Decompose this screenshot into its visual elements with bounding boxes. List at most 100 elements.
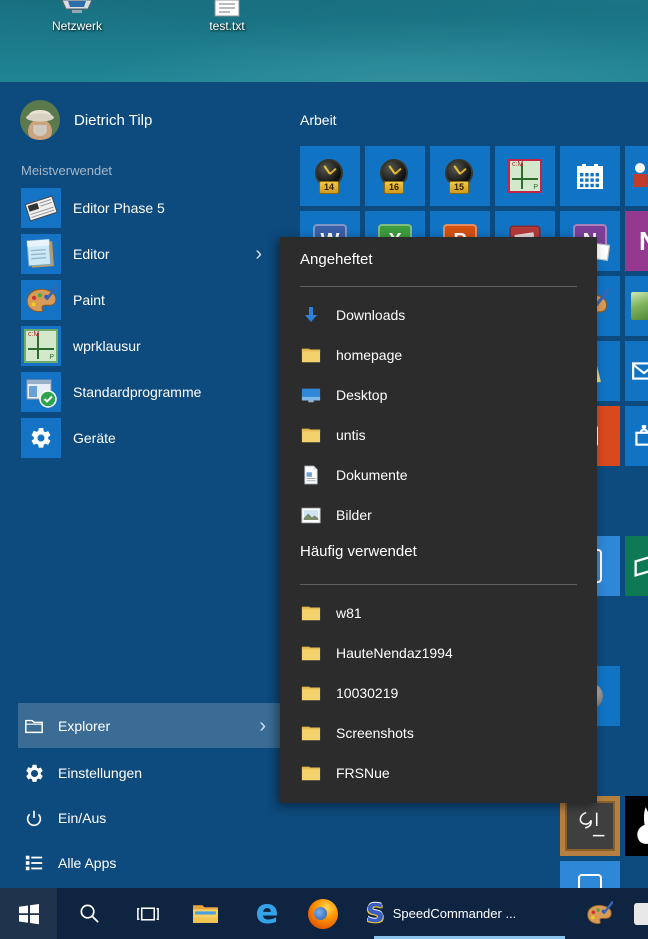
flyout-section-header: Angeheftet <box>280 237 597 273</box>
nav-label: Alle Apps <box>58 855 116 871</box>
avatar <box>20 100 60 140</box>
most-used-item-wprklausur[interactable]: c:MPwprklausur <box>16 326 276 366</box>
flyout-item-label: HauteNendaz1994 <box>336 645 453 661</box>
document-icon <box>300 464 322 486</box>
most-used-item-paint[interactable]: Paint <box>16 280 276 320</box>
paint-icon <box>21 280 61 320</box>
nav-label: Explorer <box>58 718 110 734</box>
speedcommander-icon: S <box>366 899 385 929</box>
taskbar-firefox-button[interactable] <box>296 888 350 939</box>
taskbar-paint-button[interactable] <box>572 888 626 939</box>
flyout-item-hautenendaz1994[interactable]: HauteNendaz1994 <box>280 633 597 673</box>
app-tile-cut[interactable] <box>625 146 648 206</box>
tile-group-label: Arbeit <box>300 112 337 128</box>
flyout-item-frsnue[interactable]: FRSNue <box>280 753 597 793</box>
search-icon <box>78 902 101 925</box>
taskbar-start-button[interactable] <box>0 888 57 939</box>
task-view-icon <box>135 903 160 925</box>
most-used-label: Standardprogramme <box>73 384 201 400</box>
calendar-tile[interactable] <box>560 146 620 206</box>
taskbar-task-view-button[interactable] <box>120 888 174 939</box>
all-apps-icon <box>22 851 46 875</box>
most-used-item-editor[interactable]: Editor › <box>16 234 276 274</box>
editor-icon <box>21 234 61 274</box>
desktop-icon-label: test.txt <box>209 19 244 33</box>
firefox-icon <box>308 899 338 929</box>
flyout-item-w81[interactable]: w81 <box>280 593 597 633</box>
most-used-label: Paint <box>73 292 105 308</box>
most-used-item-ger-te[interactable]: Geräte <box>16 418 276 458</box>
photo-tile[interactable] <box>625 276 648 336</box>
flyout-item-label: Bilder <box>336 507 372 523</box>
user-name: Dietrich Tilp <box>74 112 152 129</box>
divider <box>300 286 577 287</box>
test-txt-icon <box>212 0 242 17</box>
most-used-item-editor-phase-5[interactable]: Editor Phase 5 <box>16 188 276 228</box>
most-used-header: Meistverwendet <box>21 163 112 178</box>
download-icon <box>300 304 322 326</box>
desktop-icon-test-txt[interactable]: test.txt <box>185 0 269 33</box>
most-used-label: Editor <box>73 246 110 262</box>
user-account-button[interactable]: Dietrich Tilp <box>20 100 152 140</box>
folder-icon <box>300 762 322 784</box>
folder-icon <box>300 682 322 704</box>
clock-tile-16[interactable]: 16 <box>365 146 425 206</box>
taskbar-overflow-app-button[interactable] <box>634 888 648 939</box>
most-used-label: Geräte <box>73 430 116 446</box>
wprklausur-tile[interactable]: c:MP <box>495 146 555 206</box>
desktop-icon-netzwerk[interactable]: Netzwerk <box>35 0 119 33</box>
standardprogramme-icon <box>21 372 61 412</box>
folder-color-icon <box>192 902 219 925</box>
flyout-item-bilder[interactable]: Bilder <box>280 495 597 535</box>
flyout-item-downloads[interactable]: Downloads <box>280 295 597 335</box>
mail-tile[interactable] <box>625 341 648 401</box>
chevron-right-icon: › <box>255 244 262 264</box>
desktop-icon <box>300 384 322 406</box>
nav-item-explorer[interactable]: Explorer › <box>18 703 280 748</box>
wprklausur-icon: c:MP <box>21 326 61 366</box>
nav-item-ein-aus[interactable]: Ein/Aus <box>18 800 280 836</box>
explorer-jumplist-flyout: Angeheftet Downloads homepage Desktop untis D… <box>280 237 597 803</box>
clock-tile-14[interactable]: 14 <box>300 146 360 206</box>
nav-label: Ein/Aus <box>58 810 106 826</box>
folder-outline-icon <box>22 714 46 738</box>
nav-item-einstellungen[interactable]: Einstellungen <box>18 755 280 791</box>
taskbar-search-button[interactable] <box>62 888 116 939</box>
taskbar-file-explorer-button[interactable] <box>178 888 232 939</box>
flyout-section-header: Häufig verwendet <box>280 535 597 565</box>
taskbar-edge-button[interactable]: e <box>240 888 294 939</box>
flyout-item-label: Desktop <box>336 387 387 403</box>
nav-label: Einstellungen <box>58 765 142 781</box>
gear-outline-icon <box>22 761 46 785</box>
clock-tile-15[interactable]: 15 <box>430 146 490 206</box>
flyout-item-dokumente[interactable]: Dokumente <box>280 455 597 495</box>
onenote-app-tile[interactable]: N <box>625 211 648 271</box>
netzwerk-icon <box>60 0 94 17</box>
partial-icon <box>634 903 648 925</box>
divider <box>300 584 577 585</box>
flyout-item-label: Downloads <box>336 307 405 323</box>
store-tile[interactable] <box>625 406 648 466</box>
folder-icon <box>300 642 322 664</box>
flyout-item-homepage[interactable]: homepage <box>280 335 597 375</box>
folder-icon <box>300 722 322 744</box>
most-used-item-standardprogramme[interactable]: Standardprogramme <box>16 372 276 412</box>
flag-tile[interactable] <box>625 536 648 596</box>
desktop: Netzwerk test.txt <box>0 0 648 82</box>
flyout-item-desktop[interactable]: Desktop <box>280 375 597 415</box>
flyout-item-label: Dokumente <box>336 467 408 483</box>
rabbit-tile[interactable] <box>625 796 648 856</box>
taskbar-button-label: SpeedCommander ... <box>393 906 517 921</box>
nav-item-alle-apps[interactable]: Alle Apps <box>18 845 280 881</box>
taskbar-speedcommander-button[interactable]: S SpeedCommander ... <box>360 888 565 939</box>
flyout-item-screenshots[interactable]: Screenshots <box>280 713 597 753</box>
chevron-right-icon: › <box>259 716 266 736</box>
flyout-item-10030219[interactable]: 10030219 <box>280 673 597 713</box>
desktop-icon-label: Netzwerk <box>52 19 102 33</box>
picture-icon <box>300 504 322 526</box>
flyout-item-label: 10030219 <box>336 685 398 701</box>
device-tile-2[interactable] <box>560 861 620 888</box>
flyout-item-untis[interactable]: untis <box>280 415 597 455</box>
palette-icon <box>585 900 613 928</box>
chalkboard-tile[interactable] <box>560 796 620 856</box>
